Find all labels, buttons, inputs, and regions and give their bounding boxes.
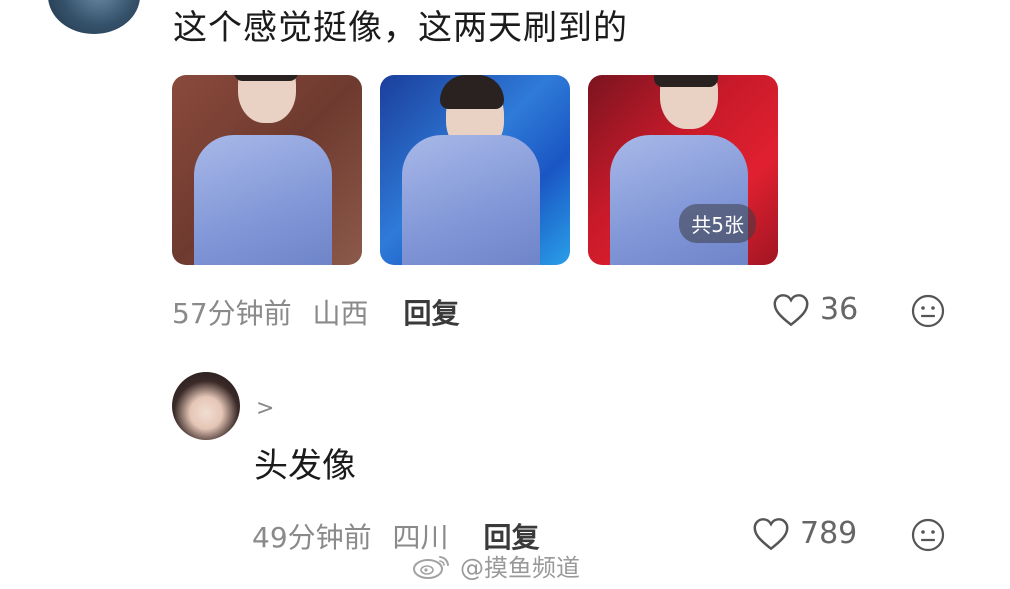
smiley-face-icon[interactable] xyxy=(911,518,945,552)
like-button[interactable]: 36 xyxy=(772,292,858,327)
image-person-shirt xyxy=(194,135,332,265)
like-count: 36 xyxy=(820,292,859,327)
image-person-hair xyxy=(440,75,504,109)
image-person-shirt xyxy=(610,135,748,265)
reply-time: 49分钟前 xyxy=(252,521,372,554)
image-person-hair xyxy=(654,75,718,87)
like-button[interactable]: 789 xyxy=(752,516,857,551)
watermark-text: @摸鱼频道 xyxy=(460,554,580,582)
commenter-avatar[interactable] xyxy=(48,0,140,34)
comment-image-1[interactable] xyxy=(172,75,362,265)
smiley-face-icon[interactable] xyxy=(911,294,945,328)
reply-text: 头发像 xyxy=(254,446,356,486)
comment-meta: 57分钟前 山西 回复 xyxy=(172,292,459,332)
comment-image-2[interactable] xyxy=(380,75,570,265)
reply-button[interactable]: 回复 xyxy=(403,297,459,330)
comment-location: 山西 xyxy=(312,297,369,330)
heart-outline-icon xyxy=(753,517,789,550)
watermark: @摸鱼频道 xyxy=(412,548,580,583)
comment-text: 这个感觉挺像，这两天刷到的 xyxy=(173,8,628,48)
image-count-badge: 共5张 xyxy=(679,204,756,243)
reply-avatar[interactable] xyxy=(172,372,240,440)
weibo-logo-icon xyxy=(413,555,449,579)
like-count: 789 xyxy=(800,516,858,551)
comment-time: 57分钟前 xyxy=(172,297,292,330)
reply-arrow: > xyxy=(256,396,275,421)
comment-image-3[interactable]: 共5张 xyxy=(588,75,778,265)
image-person-hair xyxy=(234,75,298,81)
image-person-shirt xyxy=(402,135,540,265)
heart-outline-icon xyxy=(773,293,809,326)
